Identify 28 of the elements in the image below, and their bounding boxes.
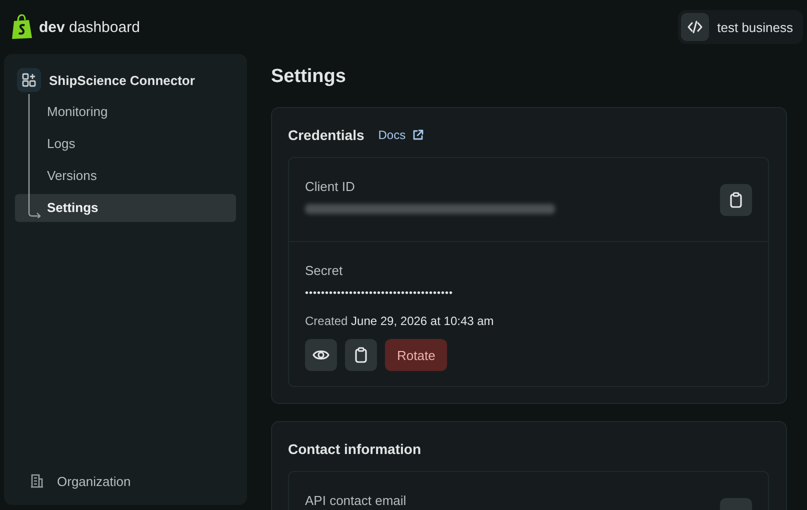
field-label: Secret xyxy=(305,262,344,280)
masked-secret: ••••••••••••••••••••••••••••••••••••• xyxy=(305,287,454,301)
created-date: Created June 29, 2026 at 10:43 am xyxy=(305,313,495,329)
clipboard-icon xyxy=(352,346,370,364)
sidebar-item[interactable]: Versions xyxy=(15,162,236,190)
shopping-bag-icon xyxy=(11,14,33,40)
sidebar-item[interactable]: Settings xyxy=(15,194,236,222)
field-label: Client ID xyxy=(305,178,356,196)
building-icon xyxy=(31,474,43,488)
external-link-icon xyxy=(412,129,424,141)
page-title: Settings xyxy=(271,66,347,88)
show-button[interactable] xyxy=(305,339,337,371)
sidebar-item[interactable]: Monitoring xyxy=(15,98,236,126)
clipboard-icon xyxy=(727,191,745,209)
app-logo-text: dev dashboard xyxy=(39,18,140,36)
code-icon xyxy=(687,19,704,35)
account-switcher[interactable]: test business xyxy=(678,10,803,44)
docs-link[interactable]: Docs xyxy=(378,128,424,142)
organization-nav-item[interactable]: Organization xyxy=(15,467,236,495)
copy-button[interactable] xyxy=(345,339,377,371)
rotate-button[interactable]: Rotate xyxy=(385,339,448,371)
apps-icon xyxy=(22,73,36,87)
section-title: Contact information xyxy=(288,441,421,457)
app-nav-item[interactable]: ShipScience Connector xyxy=(15,66,236,94)
section-title: Credentials xyxy=(288,127,364,143)
sidebar-item[interactable]: Logs xyxy=(15,130,236,158)
field-label: API contact email xyxy=(305,492,406,510)
copy-button[interactable] xyxy=(720,184,752,216)
